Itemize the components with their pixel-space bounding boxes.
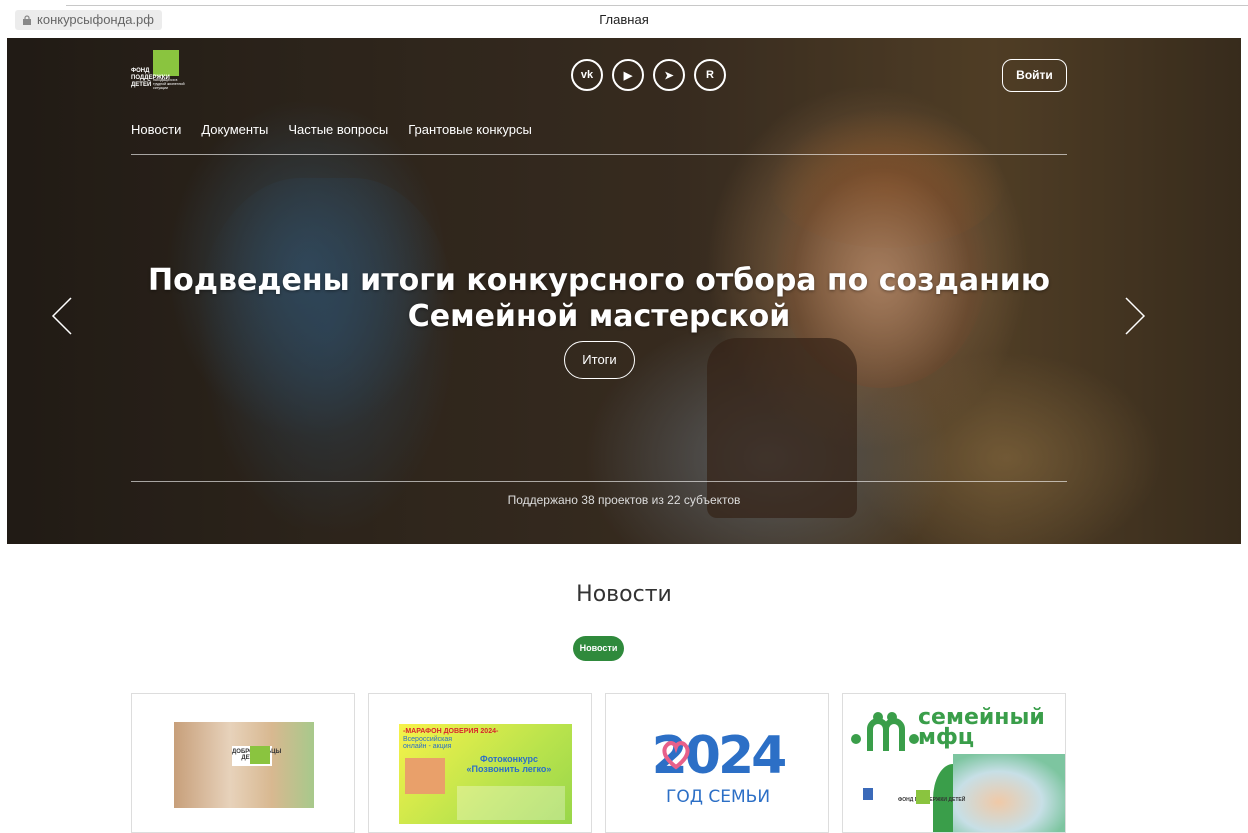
card-title: семейный мфц <box>918 705 1045 750</box>
news-cards: ДОБРОВОЛЬЦЫ ДЕТЯМ -МАРАФОН ДОВЕРИЯ 2024-… <box>131 693 1066 833</box>
nav-divider <box>131 154 1067 155</box>
card-illustration <box>953 754 1065 832</box>
main-nav: Новости Документы Частые вопросы Грантов… <box>131 122 532 137</box>
card-line-3: Фотоконкурс «Позвонить легко» <box>466 754 552 774</box>
card-line-2: Всероссийская онлайн - акция <box>403 736 453 750</box>
card-line-1: -МАРАФОН ДОВЕРИЯ 2024- <box>403 728 499 735</box>
hero-divider <box>131 481 1067 482</box>
nav-item-grants[interactable]: Грантовые конкурсы <box>408 122 532 137</box>
login-button[interactable]: Войти <box>1002 59 1067 92</box>
card-fond-text: ФОНД ПОДДЕРЖКИ ДЕТЕЙ <box>898 797 966 803</box>
nav-item-news[interactable]: Новости <box>131 122 181 137</box>
chevron-left-icon[interactable] <box>51 296 73 336</box>
family-logo-icon <box>851 712 919 751</box>
news-card-image: -МАРАФОН ДОВЕРИЯ 2024- Всероссийская онл… <box>399 724 572 824</box>
card-photo <box>405 758 445 794</box>
news-card[interactable]: ДОБРОВОЛЬЦЫ ДЕТЯМ <box>131 693 355 833</box>
results-button[interactable]: Итоги <box>564 341 635 379</box>
news-section-title: Новости <box>576 582 672 607</box>
divider <box>66 5 1248 6</box>
hero-headline: Подведены итоги конкурсного отбора по со… <box>148 263 1050 334</box>
logo-subtitle: находящихся в трудной жизненной ситуации <box>153 78 185 90</box>
youtube-icon[interactable]: ▶ <box>612 59 644 91</box>
logo[interactable]: ФОНД ПОДДЕРЖКИ ДЕТЕЙ находящихся в трудн… <box>131 50 191 102</box>
vk-icon[interactable]: vk <box>571 59 603 91</box>
logo-mark-icon <box>250 746 270 764</box>
card-year: 2024 <box>651 726 788 786</box>
nav-item-faq[interactable]: Частые вопросы <box>288 122 388 137</box>
nav-item-documents[interactable]: Документы <box>201 122 268 137</box>
heart-icon <box>662 741 690 770</box>
news-card[interactable]: 2024 ГОД СЕМЬИ <box>605 693 829 833</box>
coat-of-arms-icon <box>863 788 873 800</box>
rutube-icon[interactable]: R <box>694 59 726 91</box>
chevron-right-icon[interactable] <box>1124 296 1146 336</box>
browser-bar: конкурсыфонда.рф Главная <box>0 0 1248 38</box>
social-links: vk ▶ ➤ R <box>571 59 726 91</box>
card-subtitle: ГОД СЕМЬИ <box>665 787 771 807</box>
card-list <box>457 786 565 820</box>
telegram-icon[interactable]: ➤ <box>653 59 685 91</box>
news-filter-chip[interactable]: Новости <box>573 636 624 661</box>
news-card[interactable]: семейный мфц ФОНД ПОДДЕРЖКИ ДЕТЕЙ <box>842 693 1066 833</box>
hero-stats: Поддержано 38 проектов из 22 субъектов <box>507 493 741 507</box>
hero-banner: ФОНД ПОДДЕРЖКИ ДЕТЕЙ находящихся в трудн… <box>7 38 1241 544</box>
logo-mark-icon <box>916 790 930 804</box>
page-title: Главная <box>599 12 649 27</box>
news-card[interactable]: -МАРАФОН ДОВЕРИЯ 2024- Всероссийская онл… <box>368 693 592 833</box>
